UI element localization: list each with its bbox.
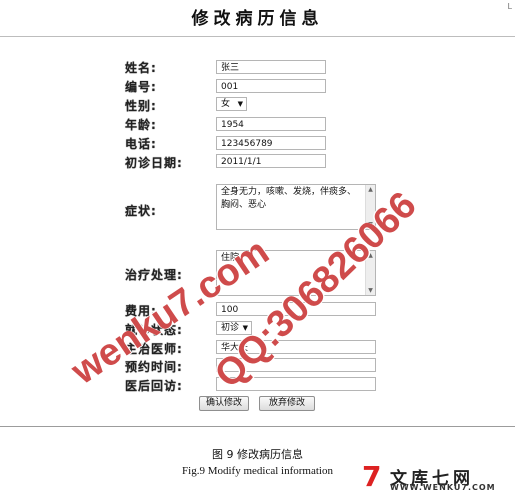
scroll-up-icon[interactable]: ▲ — [366, 185, 375, 194]
label-treatment: 治疗处理: — [125, 268, 183, 282]
label-followup: 医后回访: — [125, 379, 183, 393]
label-id: 编号: — [125, 80, 157, 94]
status-value: 初诊 — [221, 323, 240, 333]
age-input[interactable]: 1954 — [216, 117, 326, 131]
title-divider — [0, 36, 515, 37]
label-phone: 电话: — [125, 137, 157, 151]
figure-caption-cn: 图 9 修改病历信息 — [212, 448, 303, 461]
confirm-button[interactable]: 确认修改 — [199, 396, 249, 411]
scroll-down-icon[interactable]: ▼ — [366, 286, 375, 295]
discard-button[interactable]: 放弃修改 — [259, 396, 315, 411]
label-symptoms: 症状: — [125, 204, 157, 218]
label-name: 姓名: — [125, 61, 157, 75]
name-input[interactable]: 张三 — [216, 60, 326, 74]
logo-seven-icon: 7 — [362, 460, 382, 493]
page-title: 修改病历信息 — [191, 9, 324, 29]
id-input[interactable]: 001 — [216, 79, 326, 93]
label-gender: 性别: — [125, 99, 157, 113]
chevron-down-icon: ▼ — [237, 100, 243, 108]
symptoms-textarea[interactable]: 全身无力，咳嗽、发烧，伴痰多、胸闷、恶心 ▲ ▼ — [216, 184, 376, 230]
page-divider — [0, 426, 515, 427]
symptoms-text: 全身无力，咳嗽、发烧，伴痰多、胸闷、恶心 — [221, 187, 357, 210]
gender-select[interactable]: 女 ▼ — [216, 97, 247, 111]
label-first-visit: 初诊日期: — [125, 156, 183, 170]
logo-url: WWW.WENKU7.COM — [390, 483, 496, 492]
site-logo: 7 文库七网 WWW.WENKU7.COM — [362, 462, 512, 494]
gender-value: 女 — [221, 99, 231, 109]
label-age: 年龄: — [125, 118, 157, 132]
first-visit-input[interactable]: 2011/1/1 — [216, 154, 326, 168]
phone-input[interactable]: 123456789 — [216, 136, 326, 150]
